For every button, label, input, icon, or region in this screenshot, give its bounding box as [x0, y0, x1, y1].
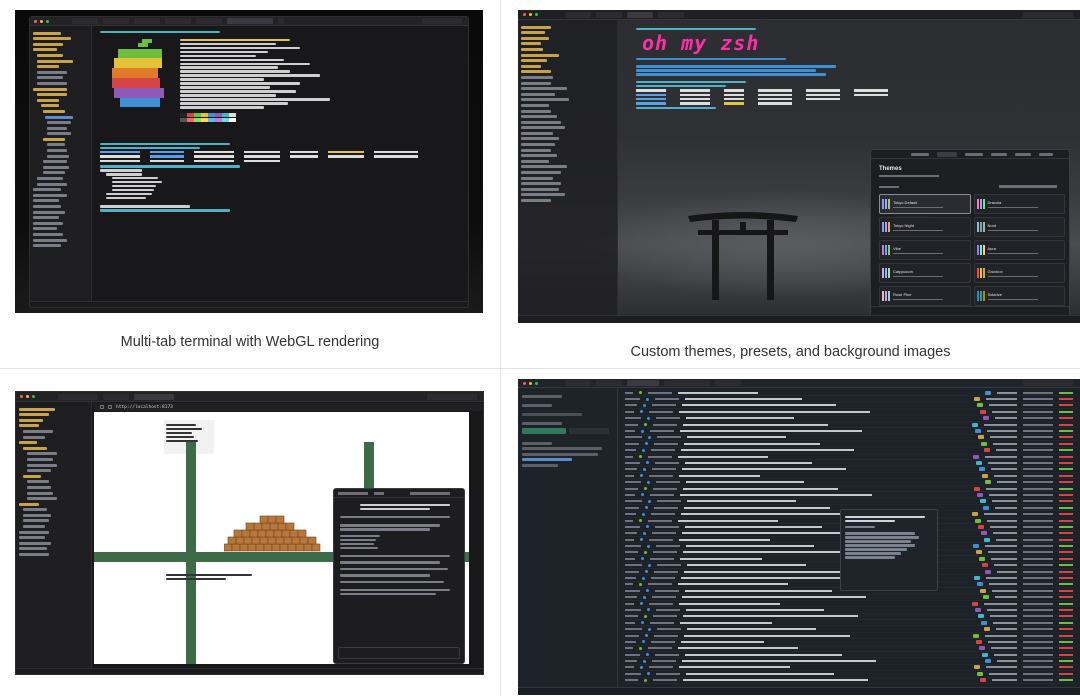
tab-4[interactable] — [165, 18, 191, 24]
theme-swatch — [882, 291, 890, 301]
theme-preset-label: Gruvbox — [987, 268, 1003, 274]
file-explorer — [30, 26, 92, 301]
terminal-titlebar — [30, 17, 468, 26]
themes-terminal-pane[interactable]: oh my zsh — [636, 26, 1036, 111]
theme-swatch — [976, 268, 985, 278]
theme-swatch — [976, 222, 985, 232]
apple-logo-icon — [112, 39, 164, 107]
theme-preset-card[interactable]: Rose Pine — [879, 286, 971, 306]
theme-preset-label: Tokyo Default — [893, 199, 918, 205]
theme-preset-label: Catppuccin — [893, 268, 914, 274]
theme-swatch — [976, 199, 985, 209]
status-bar — [16, 668, 483, 674]
torii-gate-image — [688, 212, 798, 300]
close-dot-icon[interactable] — [34, 19, 37, 23]
status-bar — [30, 301, 468, 307]
tab-3[interactable] — [134, 18, 160, 24]
gallery-item-themes: oh my zsh Themes Tokyo Default Dracula T… — [501, 0, 1080, 368]
new-tab-button[interactable] — [278, 18, 284, 24]
theme-swatch — [882, 268, 890, 278]
theme-swatch — [882, 245, 890, 255]
commit-detail-popover — [840, 509, 938, 591]
browser-preview-screenshot: http://localhost:8173 — [15, 391, 484, 675]
theme-preset-label: Nord — [987, 222, 997, 228]
screenshot-gallery: Multi-tab terminal with WebGL rendering — [0, 0, 1080, 696]
tab-5[interactable] — [196, 18, 222, 24]
theme-preset-label: Vibe — [893, 245, 901, 251]
theme-swatch — [976, 245, 985, 255]
ohmyzsh-logo: oh my zsh — [642, 30, 760, 55]
theme-preset-label: Solarize — [987, 291, 1002, 297]
terminal-window — [29, 16, 469, 308]
browser-file-explorer — [16, 402, 92, 668]
themes-file-explorer — [518, 20, 618, 315]
themes-settings-panel: Themes Tokyo Default Dracula Tokyo Night No… — [870, 149, 1070, 317]
tab-active[interactable] — [227, 18, 273, 24]
theme-preset-card[interactable]: Dracula — [973, 194, 1065, 214]
theme-preset-card[interactable]: Aura — [973, 240, 1065, 260]
themes-titlebar — [518, 10, 1080, 20]
tab-1[interactable] — [72, 18, 98, 24]
gallery-item-browser-preview: http://localhost:8173 — [0, 369, 500, 696]
agent-chat-panel — [333, 488, 465, 664]
theme-preset-label: Tokyo Night — [893, 222, 914, 228]
gallery-item-git-history — [501, 369, 1080, 696]
search-input[interactable] — [422, 18, 462, 24]
browser-window: http://localhost:8173 — [15, 391, 484, 675]
theme-preset-grid: Tokyo Default Dracula Tokyo Night Nord Vibe A… — [879, 194, 1065, 306]
tab-2[interactable] — [103, 18, 129, 24]
theme-preset-card[interactable]: Catppuccin — [879, 263, 971, 283]
theme-swatch — [882, 222, 890, 232]
theme-preset-label: Dracula — [987, 199, 1002, 205]
minimize-dot-icon[interactable] — [40, 19, 43, 23]
git-history-screenshot — [518, 379, 1080, 695]
theme-preset-card[interactable]: Vibe — [879, 240, 971, 260]
theme-swatch — [882, 199, 890, 209]
theme-swatch — [976, 291, 985, 301]
theme-preset-card[interactable]: Gruvbox — [973, 263, 1065, 283]
maximize-dot-icon[interactable] — [46, 19, 49, 23]
caption-terminal: Multi-tab terminal with WebGL rendering — [120, 334, 380, 350]
url-input[interactable]: http://localhost:8173 — [116, 405, 173, 410]
color-palette — [180, 112, 350, 117]
theme-preset-label: Rose Pine — [893, 291, 912, 297]
terminal-screenshot — [15, 10, 483, 313]
theme-preset-label: Aura — [987, 245, 996, 251]
themes-screenshot: oh my zsh Themes Tokyo Default Dracula T… — [518, 10, 1080, 323]
theme-preset-card[interactable]: Solarize — [973, 286, 1065, 306]
git-sidebar — [518, 388, 618, 687]
theme-preset-card[interactable]: Nord — [973, 217, 1065, 237]
theme-preset-card[interactable]: Tokyo Default — [879, 194, 971, 214]
gallery-item-terminal: Multi-tab terminal with WebGL rendering — [0, 0, 500, 368]
browser-toolbar: http://localhost:8173 — [94, 403, 483, 411]
chat-input[interactable] — [338, 647, 460, 659]
theme-preset-card[interactable]: Tokyo Night — [879, 217, 971, 237]
themes-panel-title: Themes — [879, 166, 902, 172]
terminal-pane[interactable] — [100, 29, 460, 299]
caption-themes: Custom themes, presets, and background i… — [630, 344, 951, 360]
table-row[interactable] — [623, 678, 1077, 684]
